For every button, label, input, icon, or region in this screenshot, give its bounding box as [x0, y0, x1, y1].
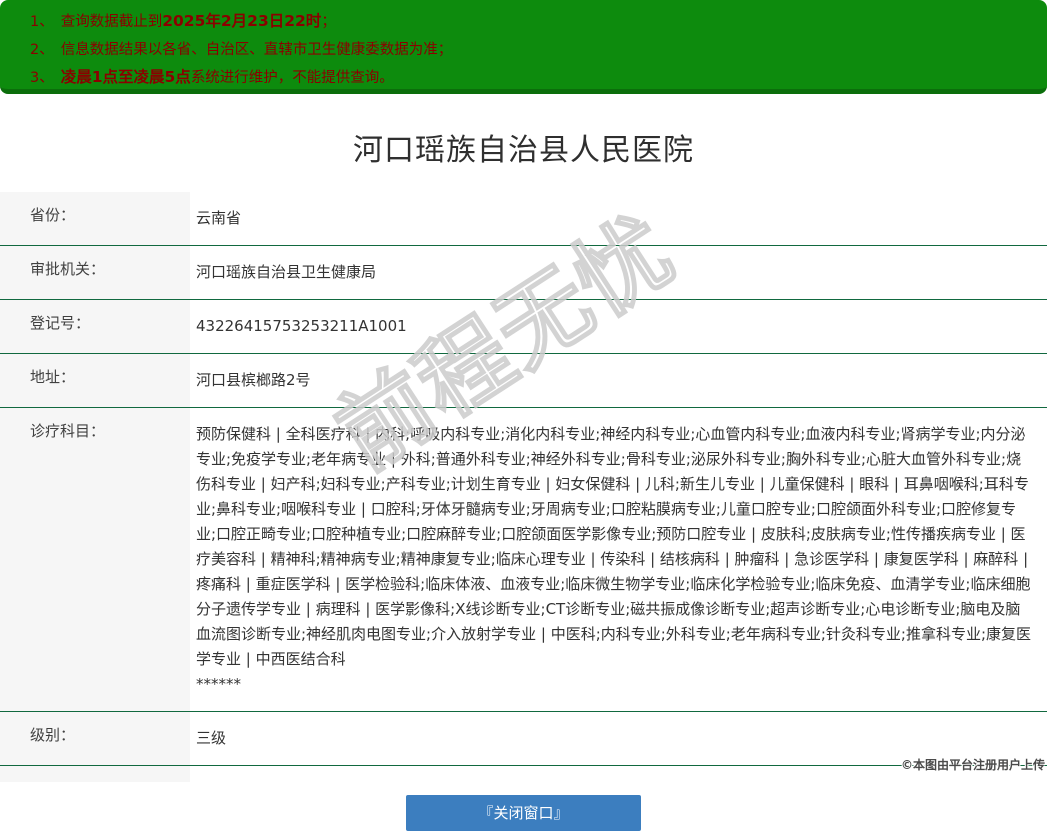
notice-text: 查询数据截止到: [60, 14, 163, 30]
row-label: 级别：: [0, 712, 190, 765]
row-label: 省份：: [0, 192, 190, 245]
notice-banner: 1、 查询数据截止到2025年2月23日22时； 2、 信息数据结果以各省、自治区、…: [0, 0, 1047, 94]
upload-attribution: ©本图由平台注册用户上传: [900, 758, 1045, 772]
row-label: 审批机关：: [0, 246, 190, 299]
row-partial: [0, 766, 1047, 783]
row-label: [0, 766, 190, 782]
row-approval-authority: 审批机关： 河口瑶族自治县卫生健康局: [0, 246, 1047, 300]
row-address: 地址： 河口县槟榔路2号: [0, 354, 1047, 408]
close-window-button[interactable]: 『关闭窗口』: [406, 795, 641, 831]
notice-item: 3、 凌晨1点至凌晨5点系统进行维护，不能提供查询。: [30, 64, 1027, 92]
row-value: 河口县槟榔路2号: [196, 371, 311, 389]
notice-text: 信息数据结果以各省、自治区、直辖市卫生健康委数据为准；: [60, 42, 453, 58]
notice-item: 2、 信息数据结果以各省、自治区、直辖市卫生健康委数据为准；: [30, 36, 1027, 64]
notice-number: 1、: [30, 14, 54, 30]
row-province: 省份： 云南省: [0, 192, 1047, 246]
row-label: 登记号：: [0, 300, 190, 353]
notice-text-bold: 2025年2月23日22时: [162, 12, 322, 30]
notice-text: 系统进行维护，不能提供查询。: [190, 70, 394, 86]
page-title: 河口瑶族自治县人民医院: [353, 133, 694, 168]
row-value: 河口瑶族自治县卫生健康局: [196, 263, 377, 281]
row-label: 地址：: [0, 354, 190, 407]
notice-number: 2、: [30, 42, 54, 58]
notice-text-bold: 凌晨1点至凌晨5点: [60, 68, 191, 86]
hospital-info-table: 省份： 云南省 审批机关： 河口瑶族自治县卫生健康局 登记号： 43226415…: [0, 192, 1047, 783]
row-label: 诊疗科目：: [0, 408, 190, 711]
row-departments: 诊疗科目： 预防保健科 | 全科医疗科 | 内科;呼吸内科专业;消化内科专业;神…: [0, 408, 1047, 712]
notice-number: 3、: [30, 70, 54, 86]
notice-text: ；: [321, 14, 336, 30]
row-registration-number: 登记号： 43226415753253211A1001: [0, 300, 1047, 354]
row-value: 云南省: [196, 209, 242, 227]
notice-item: 1、 查询数据截止到2025年2月23日22时；: [30, 8, 1027, 36]
row-value: 预防保健科 | 全科医疗科 | 内科;呼吸内科专业;消化内科专业;神经内科专业;…: [196, 425, 1032, 693]
button-row: 『关闭窗口』: [0, 795, 1047, 831]
row-level: 级别： 三级: [0, 712, 1047, 766]
row-value: 43226415753253211A1001: [196, 317, 407, 335]
